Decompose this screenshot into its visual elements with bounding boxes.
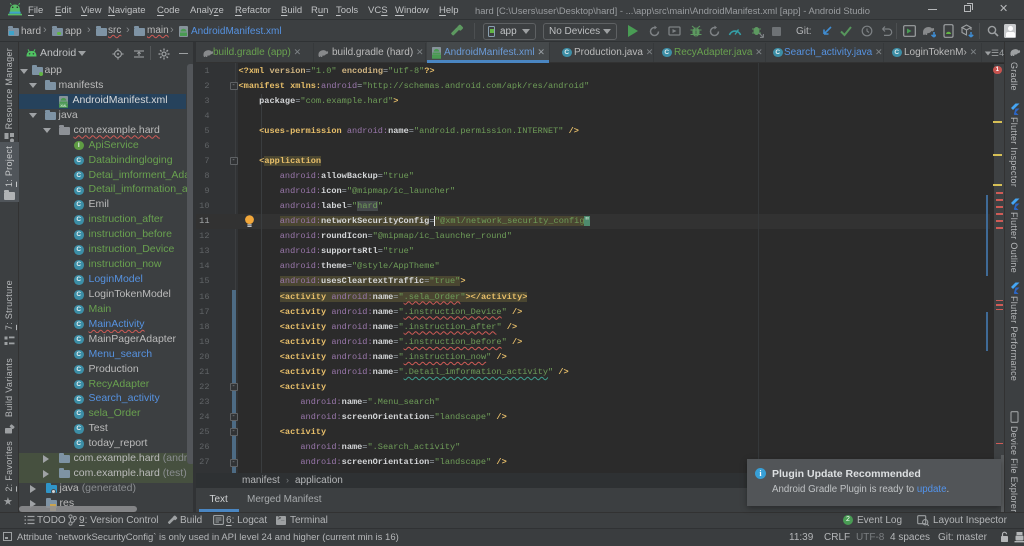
- svg-text:XML: XML: [60, 104, 67, 108]
